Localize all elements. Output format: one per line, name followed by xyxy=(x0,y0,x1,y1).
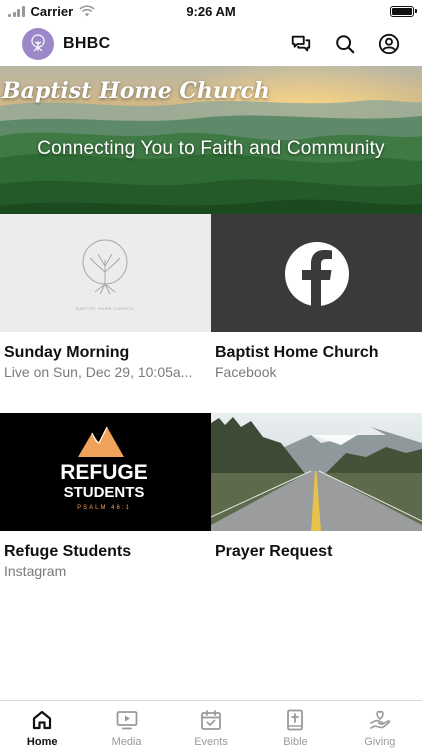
chat-icon[interactable] xyxy=(290,33,312,55)
status-left: Carrier xyxy=(8,4,95,19)
carrier-label: Carrier xyxy=(30,3,74,19)
calendar-icon xyxy=(201,710,221,730)
hero-tagline: Connecting You to Faith and Community xyxy=(37,138,385,159)
thumb-line1: REFUGE xyxy=(60,461,148,484)
battery-icon xyxy=(390,5,417,17)
giving-icon xyxy=(370,710,390,729)
refuge-students-thumbnail: REFUGE STUDENTS PSALM 46:1 xyxy=(0,413,211,531)
facebook-thumbnail xyxy=(211,214,422,332)
tile-title: Baptist Home Church xyxy=(215,344,379,361)
tab-media[interactable]: Media xyxy=(84,701,168,750)
tab-bible[interactable]: Bible xyxy=(253,701,337,750)
tile-sunday-morning[interactable]: BAPTIST HOME CHURCH Sunday Morning Live … xyxy=(0,214,211,380)
thumb-caption: BAPTIST HOME CHURCH xyxy=(76,306,134,311)
sunday-morning-thumbnail: BAPTIST HOME CHURCH xyxy=(0,214,211,332)
signal-icon xyxy=(8,5,25,17)
tab-label: Media xyxy=(111,736,142,748)
refuge-logo-image: REFUGE STUDENTS PSALM 46:1 xyxy=(60,426,148,511)
thumb-line3: PSALM 46:1 xyxy=(77,505,131,511)
tab-home[interactable]: Home xyxy=(0,701,84,750)
tab-label: Giving xyxy=(364,736,396,748)
media-icon xyxy=(116,711,138,730)
facebook-icon xyxy=(285,242,349,306)
thumb-line2: STUDENTS xyxy=(64,484,145,501)
brand-name: BHBC xyxy=(63,35,111,52)
bottom-tab-bar: Home Media Events Bible Giving xyxy=(0,700,422,750)
tile-facebook[interactable]: Baptist Home Church Facebook xyxy=(211,214,422,380)
hero-title: Baptist Home Church xyxy=(2,78,270,104)
header-actions xyxy=(290,33,400,55)
home-icon xyxy=(33,710,52,730)
profile-icon[interactable] xyxy=(378,33,400,55)
tree-logo-icon: BAPTIST HOME CHURCH xyxy=(76,239,134,311)
hero-banner[interactable]: Baptist Home Church Connecting You to Fa… xyxy=(0,66,422,214)
tile-prayer-request[interactable]: Prayer Request xyxy=(211,413,422,563)
tree-logo-icon xyxy=(31,34,45,52)
tile-title: Prayer Request xyxy=(215,543,333,560)
tile-subtitle: Facebook xyxy=(215,364,277,380)
tab-label: Home xyxy=(26,736,58,748)
prayer-request-thumbnail xyxy=(211,413,422,531)
tab-label: Bible xyxy=(283,736,308,748)
road-landscape-image xyxy=(211,413,422,531)
app-header: BHBC xyxy=(0,22,422,66)
tile-refuge-students[interactable]: REFUGE STUDENTS PSALM 46:1 Refuge Studen… xyxy=(0,413,211,579)
tab-events[interactable]: Events xyxy=(169,701,253,750)
tile-title: Sunday Morning xyxy=(4,344,130,361)
tab-label: Events xyxy=(194,736,228,748)
tile-title: Refuge Students xyxy=(4,543,132,560)
search-icon[interactable] xyxy=(334,33,356,55)
wifi-icon xyxy=(79,5,95,17)
tile-subtitle: Instagram xyxy=(4,563,67,579)
church-logo-avatar[interactable] xyxy=(22,28,54,60)
tab-giving[interactable]: Giving xyxy=(338,701,422,750)
tile-subtitle: Live on Sun, Dec 29, 10:05a... xyxy=(4,364,193,380)
bible-icon xyxy=(287,709,304,731)
status-bar: Carrier 9:26 AM xyxy=(0,0,422,22)
